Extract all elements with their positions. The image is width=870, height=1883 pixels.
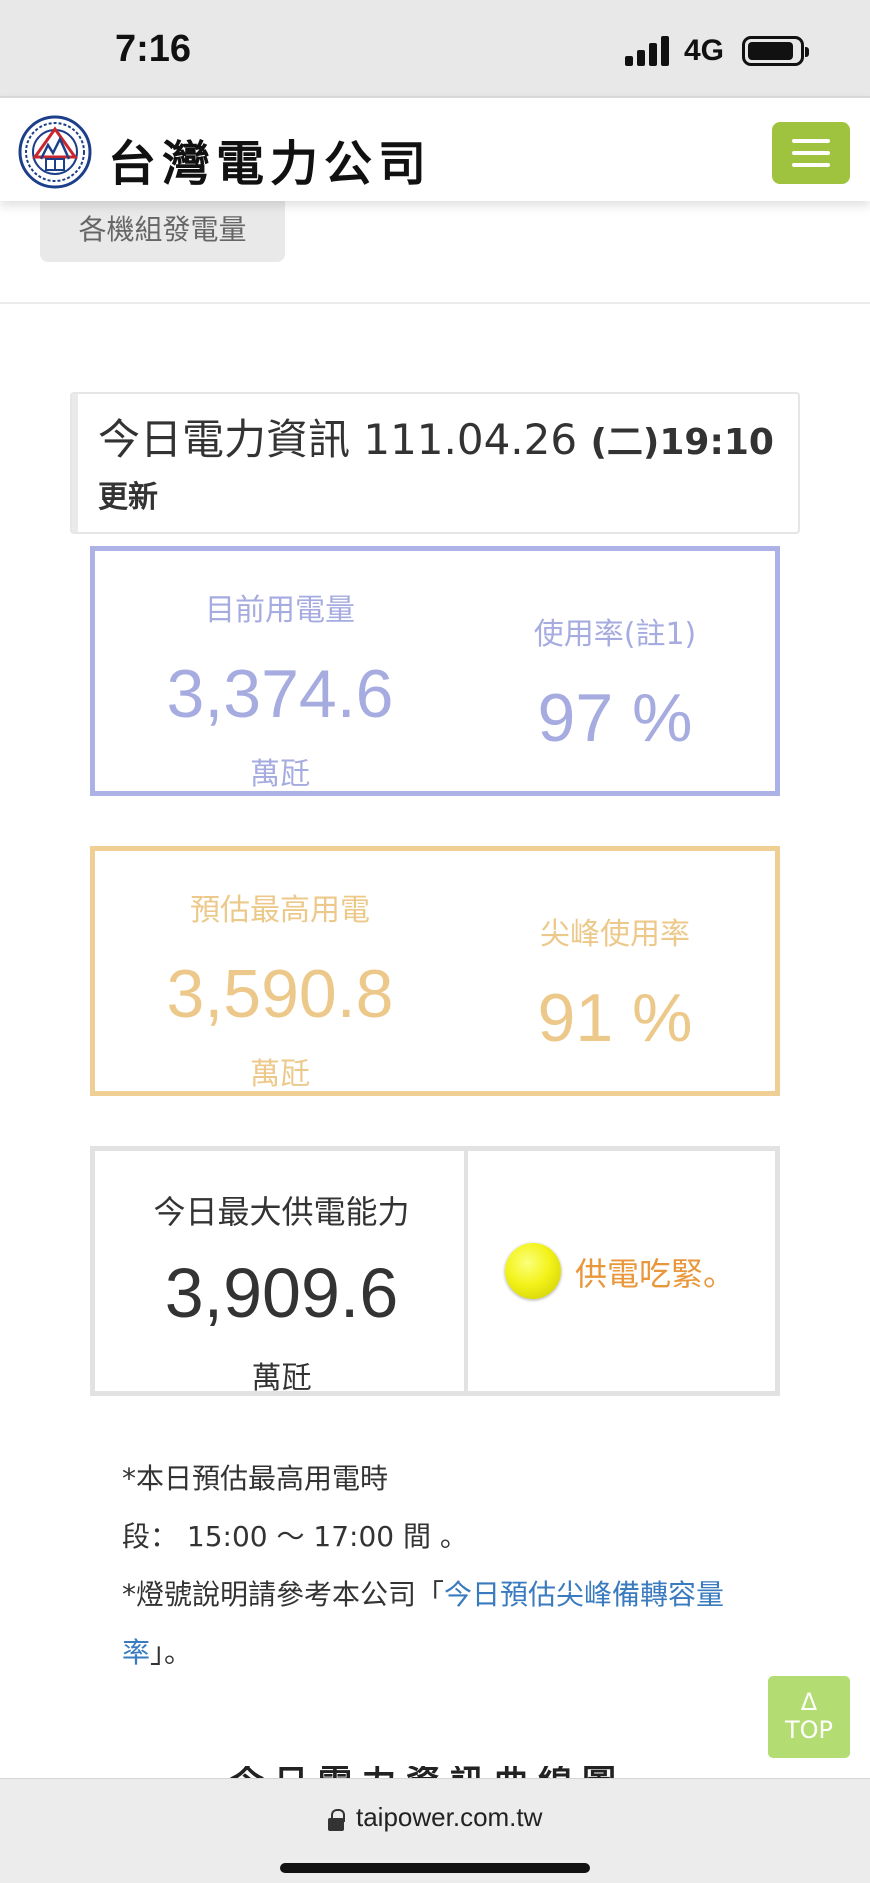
page: 7:16 4G 台灣電力公司 各機組發電量 今日電力資訊 111.04.26 (…: [0, 0, 870, 1883]
network-label: 4G: [684, 34, 725, 67]
taipower-emblem-icon[interactable]: [18, 115, 92, 189]
logo-text[interactable]: 台灣電力公司: [108, 124, 432, 194]
menu-button[interactable]: [772, 122, 850, 184]
status-bar: 7:16 4G: [0, 0, 870, 96]
forecast-peak-label: 預估最高用電: [190, 893, 370, 928]
battery-icon: [742, 36, 809, 66]
capacity-label: 今日最大供電能力: [153, 1193, 410, 1231]
forecast-peak-box: 預估最高用電 3,590.8 萬瓩 尖峰使用率 91 %: [90, 846, 780, 1096]
usage-rate-label: 使用率(註1): [533, 617, 697, 652]
up-arrow-icon: Δ: [800, 1688, 818, 1716]
forecast-peak-value: 3,590.8: [166, 956, 394, 1032]
hamburger-menu-icon: [792, 139, 830, 143]
top-label: TOP: [784, 1716, 834, 1744]
peak-rate-value: 91 %: [537, 980, 693, 1056]
capacity-value: 3,909.6: [164, 1254, 399, 1332]
note-peak-period-time: 段： 15:00 ～ 17:00 間 。: [122, 1520, 468, 1553]
note-light-explanation: *燈號說明請參考本公司「今日預估尖峰備轉容量: [122, 1578, 725, 1611]
power-info-header: 今日電力資訊 111.04.26 (二)19:10 更新: [70, 392, 800, 534]
current-usage-box: 目前用電量 3,374.6 萬瓩 使用率(註1) 97 %: [90, 546, 780, 796]
info-update-label: 更新: [98, 480, 158, 515]
back-to-top-button[interactable]: Δ TOP: [768, 1676, 850, 1758]
power-info-title: 今日電力資訊 111.04.26 (二)19:10: [98, 414, 788, 469]
info-update-time: (二)19:10: [590, 422, 774, 463]
note-peak-period: *本日預估最高用電時: [122, 1462, 389, 1495]
capacity-panel: 今日最大供電能力 3,909.6 萬瓩: [95, 1151, 468, 1396]
peak-rate-label: 尖峰使用率: [540, 917, 690, 952]
info-title-date: 今日電力資訊 111.04.26: [98, 415, 591, 464]
current-usage-label: 目前用電量: [205, 593, 355, 628]
status-time: 7:16: [115, 28, 192, 70]
divider: [0, 302, 870, 304]
yellow-light-icon: [505, 1243, 561, 1299]
reserve-margin-link[interactable]: 今日預估尖峰備轉容量: [444, 1578, 724, 1611]
usage-rate-value: 97 %: [537, 680, 693, 756]
current-usage-value: 3,374.6: [166, 656, 394, 732]
lock-icon: [328, 1809, 345, 1831]
forecast-peak-unit: 萬瓩: [250, 1057, 310, 1092]
url-text[interactable]: taipower.com.tw: [356, 1802, 542, 1833]
capacity-unit: 萬瓩: [251, 1361, 312, 1396]
notes: *本日預估最高用電時 段： 15:00 ～ 17:00 間 。 *燈號說明請參考…: [122, 1450, 762, 1682]
supply-status-text: 供電吃緊。: [575, 1255, 736, 1293]
current-usage-unit: 萬瓩: [250, 757, 310, 792]
site-header: 台灣電力公司: [0, 96, 870, 201]
browser-address-bar[interactable]: taipower.com.tw: [0, 1778, 870, 1883]
max-supply-capacity-box: 今日最大供電能力 3,909.6 萬瓩 供電吃緊。: [90, 1146, 780, 1396]
home-indicator: [280, 1863, 590, 1873]
signal-icon: [625, 36, 671, 66]
tab-unit-generation[interactable]: 各機組發電量: [40, 200, 285, 262]
reserve-margin-link-end[interactable]: 率: [122, 1636, 150, 1669]
